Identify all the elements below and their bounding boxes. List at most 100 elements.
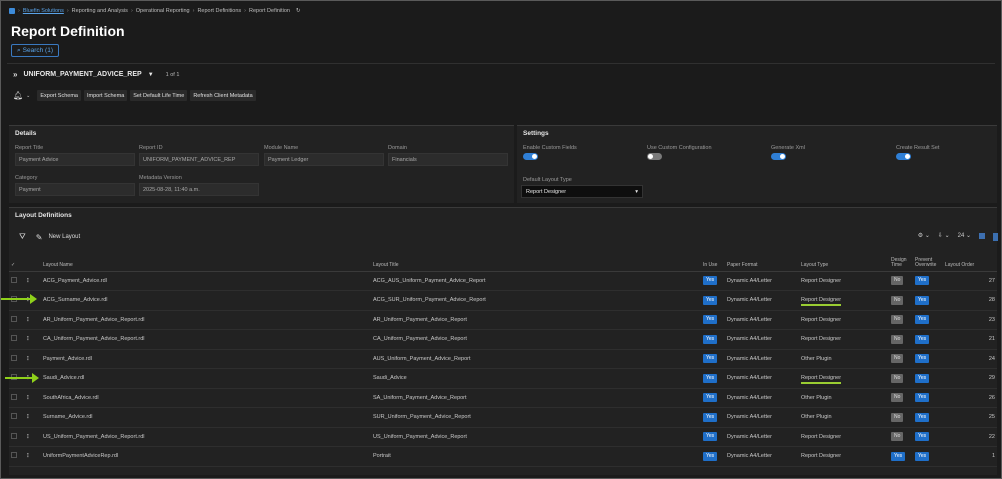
row-checkbox[interactable] [11,413,17,420]
expand-icon[interactable]: » [13,70,17,79]
paper-format-cell: Dynamic A4/Letter [725,310,799,330]
refresh-client-metadata-button[interactable]: Refresh Client Metadata [190,90,256,101]
field-label: Domain [388,145,407,151]
table-header-row: ✓ Layout Name Layout Title In Use Paper … [9,251,997,272]
layout-type-cell: Report Designer [801,375,842,385]
export-icon[interactable]: ⇩ ⌄ [938,232,950,239]
default-layout-type-select[interactable]: Report Designer ▾ [521,185,643,198]
enable-custom-fields-toggle[interactable] [523,153,538,160]
use-custom-configuration-toggle[interactable] [647,153,662,160]
page-title: Report Definition [11,23,125,39]
table-row[interactable]: ⋮ SouthAfrica_Advice.rdl SA_Uniform_Paymen… [9,388,997,408]
table-row[interactable]: ⋮ AR_Uniform_Payment_Advice_Report.rdl AR_… [9,310,997,330]
layout-type-cell: Report Designer [801,316,842,323]
domain-field[interactable]: Financials [388,153,508,166]
row-checkbox[interactable] [11,432,17,439]
table-row[interactable]: ⋮ ACG_Payment_Advice.rdl ACG_AUS_Uniform_P… [9,271,997,291]
breadcrumb-item[interactable]: Reporting and Analysis [72,8,128,14]
bell-icon[interactable]: 🔔︎ [13,91,23,100]
table-row[interactable]: ⋮ US_Uniform_Payment_Advice_Report.rdl US_… [9,427,997,447]
set-default-life-time-button[interactable]: Set Default Life Time [130,90,188,101]
row-menu-icon[interactable]: ⋮ [25,278,31,284]
prevent-overwrite-badge: Yes [915,354,930,364]
table-row[interactable]: ⋮ Surname_Advice.rdl SUR_Uniform_Payment_A… [9,407,997,428]
design-time-badge: No [891,295,904,305]
breadcrumb-item[interactable]: Report Definitions [197,8,241,14]
chevron-down-icon[interactable]: ▼ [148,72,154,78]
layout-name-cell[interactable]: ACG_Surname_Advice.rdl [41,290,371,311]
generate-xml-toggle[interactable] [771,153,786,160]
chevron-down-icon[interactable]: ⌄ [26,93,30,99]
row-menu-icon[interactable]: ⋮ [25,336,31,342]
layouts-table: ✓ Layout Name Layout Title In Use Paper … [9,251,997,467]
report-id-field[interactable]: UNIFORM_PAYMENT_ADVICE_REP [139,153,259,166]
layout-title-cell: US_Uniform_Payment_Advice_Report [371,427,701,447]
layout-title-cell: CA_Uniform_Payment_Advice_Report [371,329,701,350]
field-label: Category [15,175,38,181]
row-checkbox[interactable] [11,315,17,322]
settings-icon[interactable]: ⚙︎ ⌄ [918,232,930,239]
row-menu-icon[interactable]: ⋮ [25,317,31,323]
row-menu-icon[interactable]: ⋮ [25,434,31,440]
design-time-badge: No [891,412,904,422]
filter-icon[interactable]: ⛛ [19,232,26,242]
table-row[interactable]: ⋮ UniformPaymentAdviceRep.rdl Portrait Yes D… [9,446,997,467]
table-row[interactable]: ⋮ ACG_Surname_Advice.rdl ACG_SUR_Uniform_P… [9,290,997,311]
row-checkbox[interactable] [11,276,17,283]
layout-order-cell: 21 [943,329,997,350]
layout-name-cell[interactable]: Surname_Advice.rdl [41,407,371,428]
column-header-design-time[interactable]: Design Time [889,251,913,272]
category-field[interactable]: Payment [15,183,135,196]
row-menu-icon[interactable]: ⋮ [25,414,31,420]
toolbar: 🔔︎ ⌄ Export Schema Import Schema Set Def… [13,90,256,101]
row-checkbox[interactable] [11,335,17,342]
column-header-layout-type[interactable]: Layout Type [799,251,889,272]
page-size-select[interactable]: 24 ⌄ [958,232,971,239]
column-header-paper-format[interactable]: Paper Format [725,251,799,272]
module-name-field[interactable]: Payment Ledger [264,153,384,166]
column-header-layout-order[interactable]: Layout Order [943,251,997,272]
export-schema-button[interactable]: Export Schema [37,90,81,101]
layout-name-cell[interactable]: UniformPaymentAdviceRep.rdl [41,446,371,467]
search-button[interactable]: ⌕ Search (1) [11,44,59,57]
layout-name-cell[interactable]: CA_Uniform_Payment_Advice_Report.rdl [41,329,371,350]
row-checkbox[interactable] [11,452,17,459]
row-menu-icon[interactable]: ⋮ [25,453,31,459]
report-selector[interactable]: » UNIFORM_PAYMENT_ADVICE_REP ▼ 1 of 1 [13,70,179,79]
column-header-in-use[interactable]: In Use [701,251,725,272]
row-menu-icon[interactable]: ⋮ [25,395,31,401]
home-icon[interactable] [9,8,15,14]
toggle-label: Enable Custom Fields [523,145,577,151]
layout-name-cell[interactable]: Saudi_Advice.rdl [41,368,371,389]
layout-name-cell[interactable]: SouthAfrica_Advice.rdl [41,388,371,408]
edit-icon[interactable]: ✎ [36,233,43,242]
report-title-field[interactable]: Payment Advice [15,153,135,166]
table-row[interactable]: ⋮Saudi_Advice.rdlSaudi_AdviceYesDynamic … [9,368,997,389]
column-header-layout-title[interactable]: Layout Title [371,251,701,272]
in-use-badge: Yes [703,315,718,325]
row-checkbox[interactable] [11,354,17,361]
layout-title-cell: SA_Uniform_Payment_Advice_Report [371,388,701,408]
column-header-prevent-overwrite[interactable]: Prevent Overwrite [913,251,943,272]
layout-name-cell[interactable]: AR_Uniform_Payment_Advice_Report.rdl [41,310,371,330]
field-label: Report Title [15,145,44,151]
column-header-layout-name[interactable]: Layout Name [41,251,371,272]
layout-name-cell[interactable]: ACG_Payment_Advice.rdl [41,271,371,291]
row-menu-icon[interactable]: ⋮ [25,356,31,362]
layout-name-cell[interactable]: Payment_Advice.rdl [41,349,371,369]
scrollbar[interactable] [993,233,998,241]
import-schema-button[interactable]: Import Schema [83,90,128,101]
breadcrumb-item[interactable]: Bluefin Solutions [23,8,64,14]
toggle-label: Use Custom Configuration [647,145,712,151]
new-layout-button[interactable]: New Layout [48,234,80,240]
breadcrumb-item[interactable]: Operational Reporting [136,8,190,14]
create-result-set-toggle[interactable] [896,153,911,160]
refresh-icon[interactable]: ↻ [296,8,301,14]
prevent-overwrite-badge: Yes [915,393,930,403]
layout-name-cell[interactable]: US_Uniform_Payment_Advice_Report.rdl [41,427,371,447]
select-all-checkbox[interactable]: ✓ [9,251,23,272]
grid-view-icon[interactable] [979,232,985,239]
row-checkbox[interactable] [11,393,17,400]
table-row[interactable]: ⋮ CA_Uniform_Payment_Advice_Report.rdl CA_… [9,329,997,350]
table-row[interactable]: ⋮ Payment_Advice.rdl AUS_Uniform_Payment_A… [9,349,997,369]
